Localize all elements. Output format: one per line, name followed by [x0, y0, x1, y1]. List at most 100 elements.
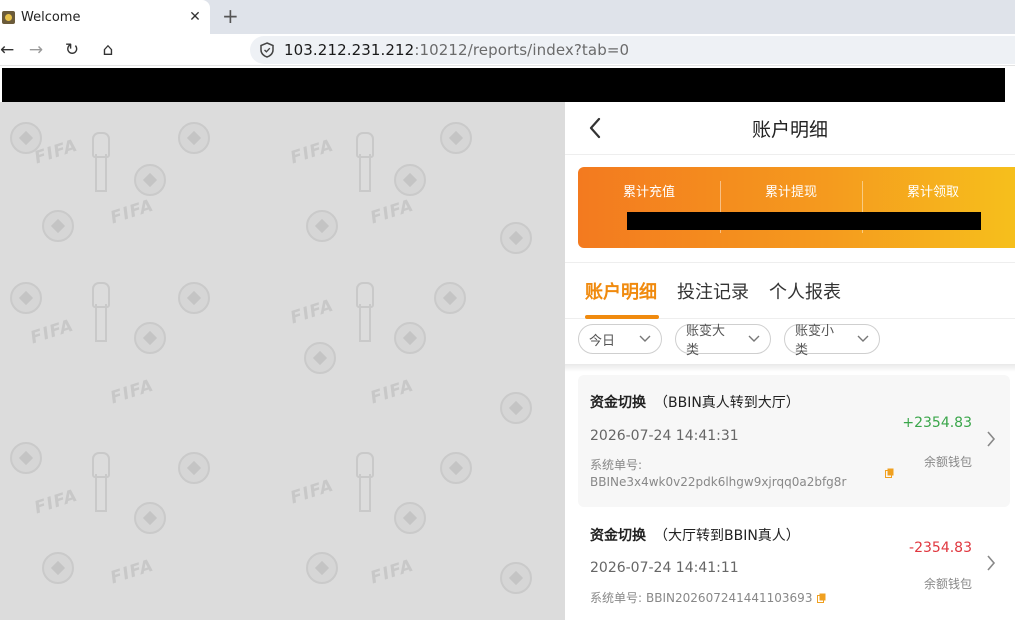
fifa-logo: FIFA [367, 375, 417, 409]
browser-tab-bar: Welcome ✕ + [0, 0, 1015, 34]
filter-label: 账变大类 [686, 324, 726, 358]
football-icon [178, 282, 210, 314]
trophy-icon [92, 452, 110, 512]
record-wallet: 余额钱包 [923, 577, 972, 591]
copy-icon[interactable] [885, 468, 894, 478]
football-icon [134, 322, 166, 354]
address-bar[interactable]: 103.212.231.212:10212/reports/index?tab=… [250, 36, 1015, 64]
record-title: 资金切换 （BBIN真人转到大厅） [590, 392, 800, 412]
filter-category[interactable]: 账变大类 [675, 324, 771, 358]
football-icon [394, 502, 426, 534]
football-icon [178, 122, 210, 154]
account-detail-panel: 账户明细 累计充值 累计提现 累计领取 账户明细 投注记录 个人报表 今日 账变… [565, 102, 1015, 620]
football-icon [304, 342, 336, 374]
fifa-logo: FIFA [287, 475, 337, 509]
fifa-logo: FIFA [367, 195, 417, 229]
tab-account-detail[interactable]: 账户明细 [585, 262, 659, 319]
transaction-record[interactable]: 资金切换 （BBIN真人转到大厅） 2026-07-24 14:41:31 +23… [578, 375, 1010, 507]
football-icon [134, 164, 166, 196]
chevron-right-icon [987, 555, 996, 571]
panel-header: 账户明细 [565, 102, 1015, 155]
football-icon [306, 552, 338, 584]
trophy-icon [356, 282, 374, 342]
football-icon [394, 322, 426, 354]
new-tab-button[interactable]: + [222, 4, 239, 28]
filter-row: 今日 账变大类 账变小类 [578, 324, 893, 358]
summary-label: 累计领取 [906, 185, 959, 200]
browser-toolbar: ← → ↻ ⌂ 103.212.231.212:10212/reports/in… [0, 34, 1015, 66]
trophy-icon [356, 132, 374, 192]
record-detail: （BBIN真人转到大厅） [654, 395, 800, 411]
trophy-icon [92, 282, 110, 342]
summary-deposit: 累计充值 [578, 167, 720, 248]
home-button[interactable]: ⌂ [90, 34, 126, 66]
record-sn-label: 系统单号: [590, 591, 643, 605]
report-tabs: 账户明细 投注记录 个人报表 [565, 262, 1015, 319]
back-chevron-icon[interactable] [587, 116, 603, 140]
tab-bet-records[interactable]: 投注记录 [677, 262, 749, 319]
record-sn: BBINe3x4wk0v22pdk6lhgw9xjrqq0a2bfg8r [590, 475, 847, 489]
summary-claimed: 累计领取 [862, 167, 1004, 248]
page-content: FIFA FIFA FIFA FIFA FIFA FIFA FIFA FIFA … [0, 68, 1015, 620]
filter-label: 今日 [589, 333, 616, 349]
record-time: 2026-07-24 14:41:11 [590, 560, 739, 576]
record-type: 资金切换 [590, 528, 646, 544]
fifa-logo: FIFA [107, 375, 157, 409]
trophy-icon [356, 452, 374, 512]
fifa-logo: FIFA [367, 555, 417, 589]
summary-label: 累计提现 [764, 185, 817, 200]
football-icon [42, 210, 74, 242]
filter-date[interactable]: 今日 [578, 324, 662, 354]
forward-button[interactable]: → [18, 34, 54, 66]
record-sn-label: 系统单号: [590, 458, 643, 472]
browser-tab[interactable]: Welcome ✕ [0, 0, 210, 34]
record-amount: -2354.83 [909, 540, 972, 556]
fifa-logo: FIFA [287, 295, 337, 329]
chevron-down-icon [639, 335, 651, 342]
football-icon [394, 164, 426, 196]
site-info-shield-icon[interactable] [260, 42, 274, 58]
fifa-logo: FIFA [31, 485, 81, 519]
football-icon [134, 502, 166, 534]
football-icon [42, 552, 74, 584]
copy-icon[interactable] [817, 593, 826, 603]
record-time: 2026-07-24 14:41:31 [590, 428, 739, 444]
football-icon [10, 282, 42, 314]
trophy-icon [92, 132, 110, 192]
chevron-down-icon [857, 335, 869, 342]
url-host: 103.212.231.212 [284, 41, 415, 59]
divider [565, 364, 1015, 372]
reload-button[interactable]: ↻ [54, 34, 90, 66]
fifa-logo: FIFA [27, 315, 77, 349]
record-detail: （大厅转到BBIN真人） [654, 528, 800, 544]
fifa-logo: FIFA [107, 555, 157, 589]
url-text: 103.212.231.212:10212/reports/index?tab=… [284, 41, 629, 59]
football-icon [500, 392, 532, 424]
record-amount: +2354.83 [902, 415, 972, 431]
back-button[interactable]: ← [0, 34, 18, 66]
fifa-logo: FIFA [107, 195, 157, 229]
panel-title: 账户明细 [751, 118, 828, 141]
football-icon [10, 442, 42, 474]
football-icon [500, 222, 532, 254]
football-icon [440, 452, 472, 484]
summary-label: 累计充值 [622, 185, 675, 200]
chevron-down-icon [748, 335, 760, 342]
record-title: 资金切换 （大厅转到BBIN真人） [590, 525, 800, 545]
football-icon [306, 210, 338, 242]
filter-subcategory[interactable]: 账变小类 [784, 324, 880, 358]
record-type: 资金切换 [590, 395, 646, 411]
background-pattern: FIFA FIFA FIFA FIFA FIFA FIFA FIFA FIFA … [0, 102, 565, 620]
tab-close-icon[interactable]: ✕ [184, 9, 206, 25]
fifa-logo: FIFA [287, 135, 337, 169]
summary-card: 累计充值 累计提现 累计领取 [578, 167, 1015, 248]
filter-label: 账变小类 [795, 324, 835, 358]
site-favicon-icon [2, 10, 15, 24]
tab-personal-report[interactable]: 个人报表 [769, 262, 841, 319]
summary-withdraw: 累计提现 [720, 167, 862, 248]
chevron-right-icon [987, 431, 996, 447]
football-icon [178, 452, 210, 484]
url-path: :10212/reports/index?tab=0 [414, 41, 630, 59]
football-icon [434, 282, 466, 314]
transaction-record[interactable]: 资金切换 （大厅转到BBIN真人） 2026-07-24 14:41:11 -23… [578, 514, 1010, 620]
